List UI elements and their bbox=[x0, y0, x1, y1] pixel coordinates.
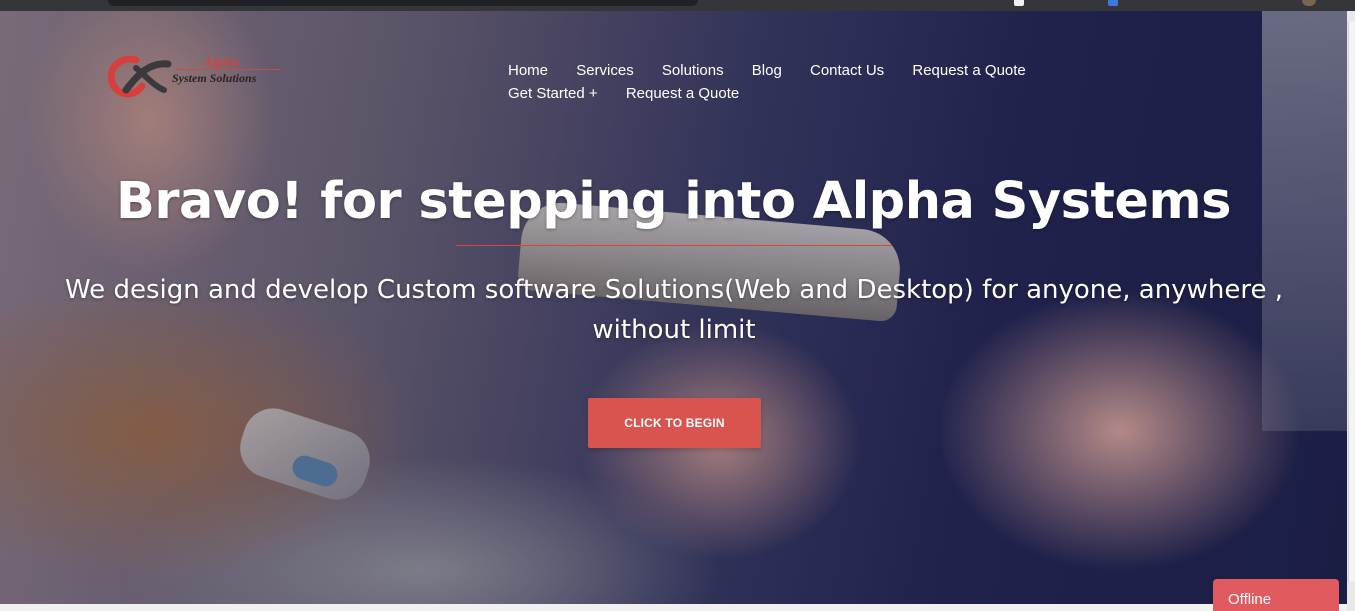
extension-icon[interactable] bbox=[1014, 0, 1024, 6]
address-bar[interactable] bbox=[108, 0, 698, 6]
hero-divider bbox=[456, 245, 892, 246]
scrollbar-thumb[interactable] bbox=[1348, 22, 1355, 582]
logo-brand-bottom: System Solutions bbox=[172, 71, 257, 85]
hero-title: Bravo! for stepping into Alpha Systems bbox=[116, 172, 1231, 231]
click-to-begin-button[interactable]: CLICK TO BEGIN bbox=[588, 398, 761, 448]
nav-home[interactable]: Home bbox=[508, 59, 548, 82]
logo-divider bbox=[176, 69, 280, 70]
nav-services[interactable]: Services bbox=[576, 59, 634, 82]
main-nav: Home Services Solutions Blog Contact Us … bbox=[508, 59, 1148, 105]
nav-blog[interactable]: Blog bbox=[752, 59, 782, 82]
nav-request-quote[interactable]: Request a Quote bbox=[912, 59, 1025, 82]
site-logo[interactable]: Alpha System Solutions bbox=[106, 46, 282, 108]
profile-avatar[interactable] bbox=[1302, 0, 1316, 6]
nav-solutions[interactable]: Solutions bbox=[662, 59, 724, 82]
page-bottom-strip bbox=[0, 604, 1347, 611]
nav-contact-us[interactable]: Contact Us bbox=[810, 59, 884, 82]
logo-mark-icon bbox=[107, 55, 172, 98]
chat-offline-tab[interactable]: Offline bbox=[1213, 579, 1339, 611]
facebook-icon[interactable] bbox=[1108, 0, 1118, 6]
nav-request-quote-secondary[interactable]: Request a Quote bbox=[626, 82, 739, 105]
browser-top-strip bbox=[0, 0, 1355, 11]
hero-subtitle: We design and develop Custom software So… bbox=[65, 275, 1283, 345]
logo-brand-top: Alpha bbox=[204, 54, 240, 69]
nav-get-started[interactable]: Get Started + bbox=[508, 82, 598, 105]
